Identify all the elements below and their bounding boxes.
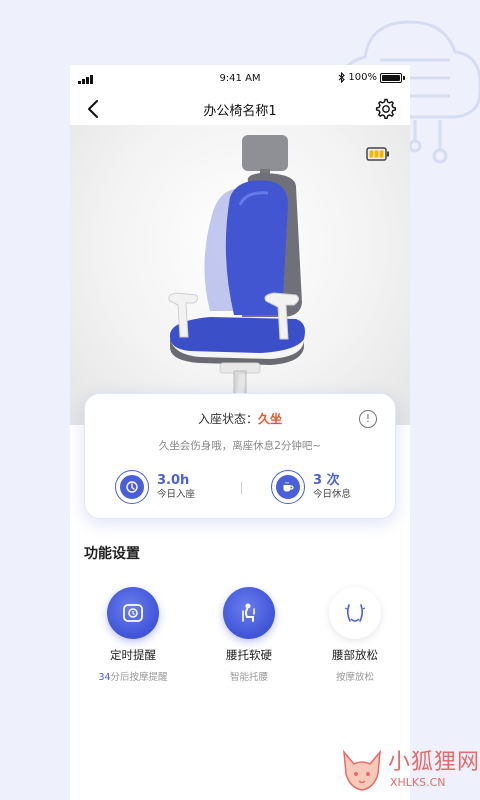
function-sub: 智能托腰 xyxy=(229,672,268,683)
watermark-url: XHLKS.CN xyxy=(390,776,446,789)
battery-icon xyxy=(380,72,405,83)
stat-sitting-time: 3.0h 今日入座 xyxy=(115,470,195,504)
page-title: 办公椅名称1 xyxy=(203,104,277,119)
cup-icon xyxy=(271,470,305,504)
function-lumbar-relax[interactable]: 腰部放松 按摩放松 xyxy=(300,587,410,683)
timer-icon xyxy=(107,587,159,639)
seat-status-card: 入座状态：久坐 ! 久坐会伤身哦，离座休息2分钟吧~ 3.0h 今日入座 3 次… xyxy=(84,393,396,519)
stat-rest-value: 3 次 xyxy=(313,473,340,488)
device-battery-icon[interactable] xyxy=(366,147,390,161)
stat-rest-label: 今日休息 xyxy=(313,489,352,500)
relax-icon xyxy=(329,587,381,639)
clock-icon xyxy=(115,470,149,504)
battery-percent: 100% xyxy=(348,72,377,83)
lumbar-icon xyxy=(223,587,275,639)
function-sub-number: 34 xyxy=(98,672,111,683)
office-chair-image xyxy=(168,135,310,433)
gear-icon[interactable] xyxy=(374,97,398,121)
function-sub: 按摩放松 xyxy=(335,672,374,683)
seat-status-line: 入座状态：久坐 xyxy=(85,410,395,427)
nav-bar: 办公椅名称1 xyxy=(70,93,410,125)
seat-status-label: 入座状态： xyxy=(197,412,258,426)
function-sub: 34分后按摩提醒 xyxy=(78,669,188,683)
chair-hero xyxy=(70,125,410,433)
function-label: 定时提醒 xyxy=(110,648,156,662)
info-icon[interactable]: ! xyxy=(359,410,377,428)
function-label: 腰托软硬 xyxy=(226,648,272,662)
stat-sitting-value: 3.0h xyxy=(157,473,190,488)
stat-rest-count: 3 次 今日休息 xyxy=(271,470,351,504)
app-screen: 9:41 AM 100% 办公椅名称1 入座状态：久坐 ! 久坐会伤身哦，离座休… xyxy=(70,65,410,800)
stat-divider xyxy=(241,482,242,494)
status-bar: 9:41 AM 100% xyxy=(70,65,410,91)
fox-icon xyxy=(343,749,381,791)
watermark-name: 小狐狸网 xyxy=(388,750,480,775)
watermark: 小狐狸网 XHLKS.CN xyxy=(338,738,480,800)
function-timer-reminder[interactable]: 定时提醒 34分后按摩提醒 xyxy=(78,587,188,683)
function-lumbar-firmness[interactable]: 腰托软硬 智能托腰 xyxy=(194,587,304,683)
function-sub-text: 分后按摩提醒 xyxy=(110,672,168,683)
seat-status-value: 久坐 xyxy=(258,412,283,426)
bluetooth-icon xyxy=(339,72,346,83)
section-title-functions: 功能设置 xyxy=(84,546,140,562)
stat-sitting-label: 今日入座 xyxy=(157,489,196,500)
status-right: 100% xyxy=(338,72,405,83)
seat-status-tip: 久坐会伤身哦，离座休息2分钟吧~ xyxy=(158,440,322,452)
function-label: 腰部放松 xyxy=(332,648,378,662)
